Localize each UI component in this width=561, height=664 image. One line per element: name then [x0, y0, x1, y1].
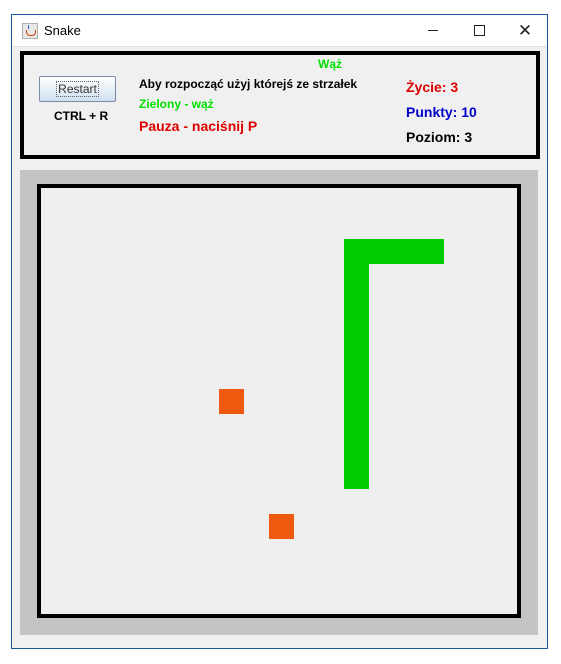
start-instructions: Aby rozpocząć użyj którejś ze strzałek — [139, 77, 358, 91]
food-block — [269, 514, 294, 539]
game-title: Wąż — [318, 57, 342, 71]
info-panel: Restart CTRL + R Wąż Aby rozpocząć użyj … — [20, 51, 540, 159]
level-counter: Poziom: 3 — [406, 129, 473, 145]
snake-segment — [344, 239, 369, 264]
pause-hint: Pauza - naciśnij P — [139, 118, 258, 134]
lives-counter: Życie: 3 — [406, 79, 459, 95]
snake-segment — [344, 264, 369, 289]
minimize-button[interactable] — [410, 15, 456, 46]
title-bar[interactable]: Snake ✕ — [12, 15, 547, 47]
maximize-icon — [473, 25, 485, 36]
snake-segment — [344, 414, 369, 439]
minimize-icon — [428, 30, 438, 31]
snake-segment — [344, 339, 369, 364]
restart-button-label: Restart — [56, 81, 99, 97]
snake-segment — [344, 289, 369, 314]
close-button[interactable]: ✕ — [502, 15, 548, 46]
snake-segment — [344, 439, 369, 464]
window-title: Snake — [44, 23, 81, 38]
close-icon: ✕ — [517, 21, 533, 40]
java-app-icon — [22, 23, 38, 39]
snake-segment — [344, 464, 369, 489]
points-counter: Punkty: 10 — [406, 104, 477, 120]
snake-legend: Zielony - wąż — [139, 97, 214, 111]
food-block — [219, 389, 244, 414]
snake-segment — [419, 239, 444, 264]
snake-segment — [369, 239, 394, 264]
board-frame — [20, 170, 538, 635]
snake-segment — [344, 389, 369, 414]
restart-shortcut: CTRL + R — [54, 109, 109, 123]
maximize-button[interactable] — [456, 15, 502, 46]
game-board[interactable] — [37, 184, 521, 618]
restart-button[interactable]: Restart — [39, 76, 116, 102]
snake-segment — [344, 314, 369, 339]
app-window: Snake ✕ Restart CTRL + R Wąż Aby rozpocz… — [11, 14, 548, 649]
snake-segment — [394, 239, 419, 264]
snake-segment — [344, 364, 369, 389]
